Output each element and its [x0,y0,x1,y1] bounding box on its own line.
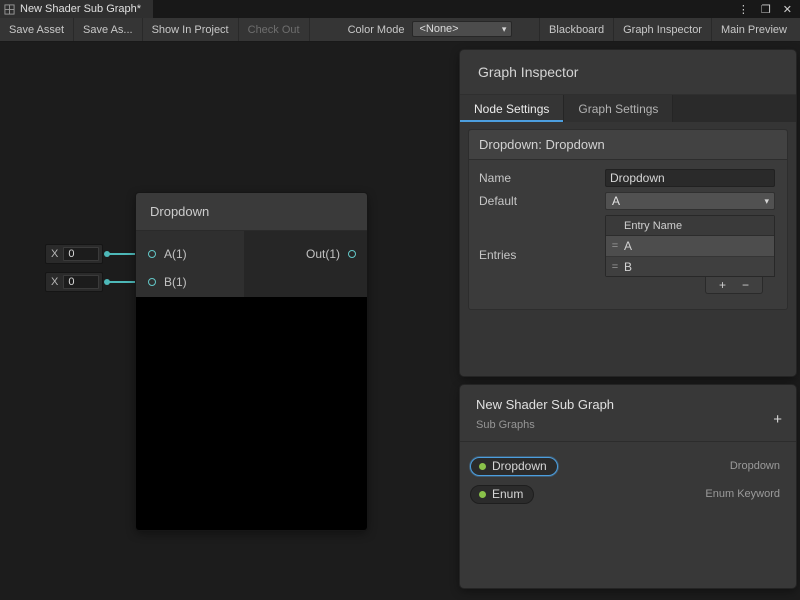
default-label: Default [479,194,605,208]
tab-node-settings[interactable]: Node Settings [460,95,564,122]
color-mode-value: <None> [419,23,458,35]
blackboard-header: New Shader Sub Graph Sub Graphs + [460,385,796,442]
item-label: Enum [492,487,523,501]
entry-name: A [624,239,632,253]
add-property-button[interactable]: + [773,411,782,428]
item-type: Enum Keyword [705,488,780,500]
drag-handle-icon[interactable]: = [606,261,624,273]
blackboard-subtitle: Sub Graphs [476,419,780,431]
blackboard-item-dropdown: Dropdown Dropdown [460,452,796,480]
color-mode-dropdown[interactable]: <None> ▾ [412,21,512,37]
blackboard-item-enum: Enum Enum Keyword [460,480,796,508]
main-preview-toggle-button[interactable]: Main Preview [711,18,796,41]
dropdown-node[interactable]: Dropdown A(1) B(1) Out(1) [136,193,367,530]
maximize-icon[interactable]: ❐ [761,3,771,16]
node-preview [136,297,367,530]
name-row: Name [479,169,775,187]
item-label: Dropdown [492,459,547,473]
axis-label: X [46,276,63,288]
section-title: Dropdown: Dropdown [469,130,787,160]
item-dot-icon [479,491,486,498]
entries-row: Entries Entry Name = A = B [479,215,775,294]
inspector-title: Graph Inspector [460,50,796,94]
port-circle-icon[interactable] [148,250,156,258]
input-a-value[interactable]: 0 [63,247,99,261]
name-label: Name [479,171,605,185]
document-tab[interactable]: New Shader Sub Graph* [0,0,153,18]
edge-endpoint-icon [104,251,110,257]
entries-list-footer: + − [605,277,763,294]
input-port-a-label: A(1) [164,247,187,261]
titlebar: New Shader Sub Graph* ⋮ ❐ ✕ [0,0,800,18]
port-circle-icon[interactable] [148,278,156,286]
name-input[interactable] [605,169,775,187]
document-tab-title: New Shader Sub Graph* [20,3,141,15]
entries-list-container: Entry Name = A = B [605,215,775,294]
inspector-content: Dropdown: Dropdown Name Default A ▾ [460,122,796,376]
remove-entry-button[interactable]: − [742,278,749,292]
default-value: A [612,194,620,208]
default-dropdown[interactable]: A ▾ [605,192,775,210]
check-out-button: Check Out [239,18,310,41]
graph-inspector-toggle-button[interactable]: Graph Inspector [613,18,711,41]
enum-property-pill[interactable]: Enum [470,485,534,504]
entries-list: Entry Name = A = B [605,215,775,277]
chevron-down-icon: ▾ [764,196,769,207]
port-circle-icon[interactable] [348,250,356,258]
tab-graph-settings[interactable]: Graph Settings [564,95,673,122]
entry-row-b[interactable]: = B [606,256,774,276]
entry-row-a[interactable]: = A [606,236,774,256]
inspector-tabs: Node Settings Graph Settings [460,94,796,122]
input-port-b-label: B(1) [164,275,187,289]
item-dot-icon [479,463,486,470]
dropdown-property-pill[interactable]: Dropdown [470,457,558,476]
node-header[interactable]: Dropdown [136,193,367,231]
input-a-value-field[interactable]: X 0 [45,244,103,264]
input-b-value-field[interactable]: X 0 [45,272,103,292]
shader-graph-window: New Shader Sub Graph* ⋮ ❐ ✕ Save Asset S… [0,0,800,600]
blackboard-title: New Shader Sub Graph [476,397,780,412]
node-input-ports: A(1) B(1) [136,231,244,297]
output-port-label: Out(1) [306,247,340,261]
window-controls: ⋮ ❐ ✕ [738,0,800,18]
graph-inspector-panel: Graph Inspector Node Settings Graph Sett… [460,50,796,376]
blackboard-toggle-button[interactable]: Blackboard [539,18,613,41]
drag-handle-icon[interactable]: = [606,240,624,252]
entries-list-header: Entry Name [606,216,774,236]
entry-name: B [624,260,632,274]
chevron-down-icon: ▾ [502,24,507,35]
default-row: Default A ▾ [479,192,775,210]
save-asset-button[interactable]: Save Asset [0,18,74,41]
entries-list-buttons: + − [705,277,763,294]
toolbar-right-group: Blackboard Graph Inspector Main Preview [539,18,796,41]
section-body: Name Default A ▾ Entries [469,160,787,309]
shader-graph-icon [4,4,15,15]
node-output-ports: Out(1) [244,231,367,297]
entries-label: Entries [479,248,605,262]
blackboard-items: Dropdown Dropdown Enum Enum Keyword [460,442,796,508]
toolbar: Save Asset Save As... Show In Project Ch… [0,18,800,42]
node-title: Dropdown [150,204,209,219]
color-mode-label: Color Mode [340,18,413,41]
input-port-b: B(1) [136,268,244,296]
more-icon[interactable]: ⋮ [738,3,749,16]
item-type: Dropdown [730,460,780,472]
save-as-button[interactable]: Save As... [74,18,143,41]
axis-label: X [46,248,63,260]
input-b-value[interactable]: 0 [63,275,99,289]
node-body: A(1) B(1) Out(1) [136,231,367,297]
input-port-a: A(1) [136,240,244,268]
blackboard-panel: New Shader Sub Graph Sub Graphs + Dropdo… [460,385,796,588]
close-icon[interactable]: ✕ [783,3,792,16]
edge-endpoint-icon [104,279,110,285]
show-in-project-button[interactable]: Show In Project [143,18,239,41]
add-entry-button[interactable]: + [719,278,726,292]
dropdown-settings-section: Dropdown: Dropdown Name Default A ▾ [468,129,788,310]
output-port-out: Out(1) [244,240,367,268]
